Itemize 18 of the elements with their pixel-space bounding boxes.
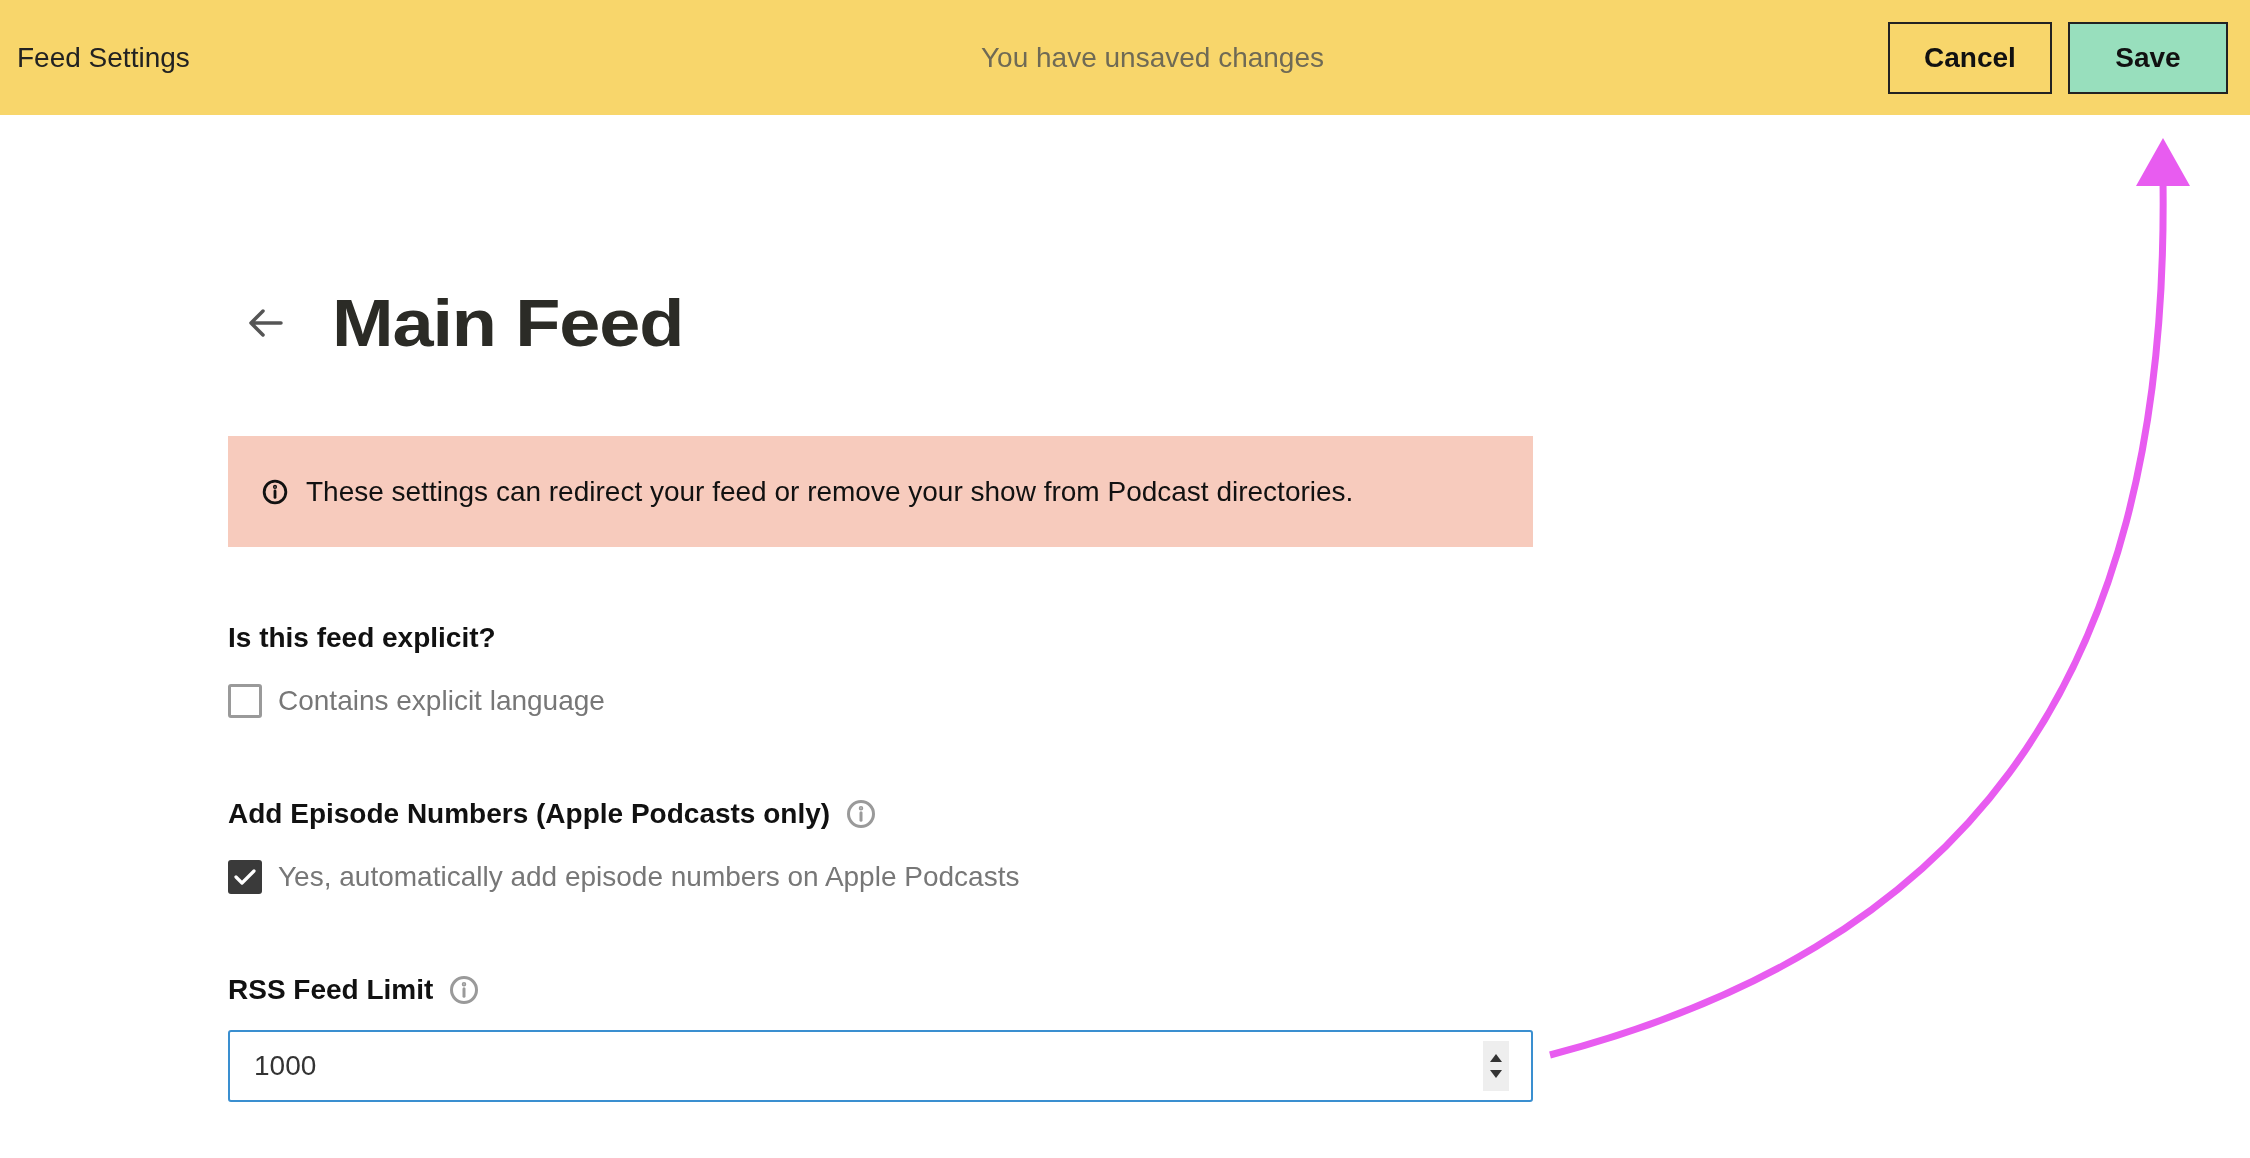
checkbox-label: Yes, automatically add episode numbers on Apple Podcasts xyxy=(278,860,1020,894)
spinner-arrows[interactable] xyxy=(1483,1041,1509,1091)
info-icon xyxy=(262,478,288,505)
field-label: RSS Feed Limit xyxy=(228,973,434,1007)
number-input[interactable]: 1000 xyxy=(228,1030,1533,1102)
field-label: Add Episode Numbers (Apple Podcasts only) xyxy=(228,797,831,831)
checkbox[interactable] xyxy=(228,684,262,718)
field-label: Is this feed explicit? xyxy=(228,621,496,655)
unsaved-status: You have unsaved changes xyxy=(980,40,1325,75)
warning-text: These settings can redirect your feed or remove your show from Podcast directories. xyxy=(306,474,1354,509)
checkbox-label: Contains explicit language xyxy=(278,684,605,718)
checkbox[interactable] xyxy=(228,860,262,894)
cancel-button[interactable]: Cancel xyxy=(1888,21,2052,94)
checkmark-icon xyxy=(234,868,256,886)
save-button[interactable]: Save xyxy=(2068,21,2228,94)
back-arrow-icon[interactable] xyxy=(248,308,284,338)
bar-title: Feed Settings xyxy=(17,40,191,75)
page-title: Main Feed xyxy=(332,284,684,362)
